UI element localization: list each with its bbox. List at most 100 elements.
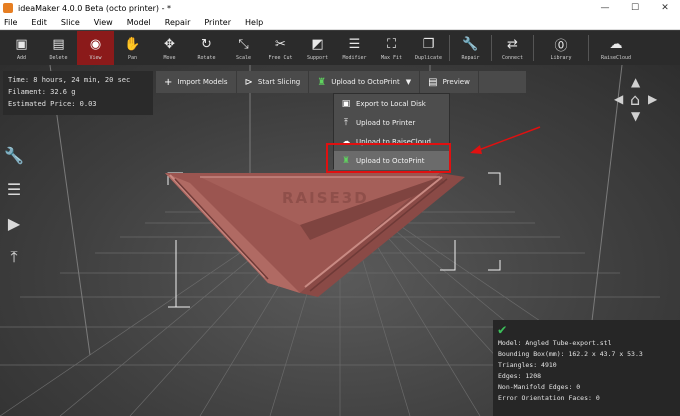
connect-icon: ⇄ [507,36,518,52]
annotation-arrow [470,126,541,154]
pan-button[interactable]: ✋ Pan [114,31,151,65]
angled-tube-model: RAISE3D [165,173,465,297]
chevron-down-icon[interactable]: ▼ [406,78,411,86]
title-bar: ideaMaker 4.0.0 Beta (octo printer) - * … [0,0,680,16]
view-navigation-control[interactable]: ▲ ◀ ⌂ ▶ ▼ [612,75,662,125]
menu-printer[interactable]: Printer [197,18,238,27]
home-icon[interactable]: ⌂ [630,90,640,109]
support-icon: ◩ [311,36,324,52]
preview-icon: ▤ [428,76,438,88]
play-icon: ⊳ [244,76,253,88]
start-slicing-label: Start Slicing [257,78,301,86]
menu-help[interactable]: Help [238,18,270,27]
model-embossed-text: RAISE3D [282,189,369,207]
disk-icon: ▣ [341,98,351,109]
cut-icon: ✂ [275,36,286,52]
upload-icon: ⤒ [344,117,348,128]
window-controls: — ☐ ✕ [590,0,680,16]
menu-repair[interactable]: Repair [158,18,198,27]
move-button[interactable]: ✥ Move [151,31,188,65]
rotate-label: Rotate [197,55,216,61]
menu-slice[interactable]: Slice [54,18,87,27]
modifier-button[interactable]: ☰ Modifier [336,31,373,65]
rotate-icon: ↻ [201,36,212,52]
print-info-panel: Time: 8 hours, 24 min, 20 sec Filament: … [3,71,153,115]
import-models-button[interactable]: + Import Models [156,71,237,93]
max-fit-label: Max Fit [380,55,403,61]
view-label: View [89,55,102,61]
raisecloud-label: RaiseCloud [600,55,632,61]
hand-icon: ✋ [124,36,141,52]
duplicate-button[interactable]: ❐ Duplicate [410,31,447,65]
wrench-icon: 🔧 [462,36,479,52]
repair-button[interactable]: 🔧 Repair [452,31,489,65]
filament-weight: Filament: 32.6 g [8,88,76,96]
estimated-price: Estimated Price: 0.03 [8,100,97,108]
pan-label: Pan [127,55,138,61]
wrench-icon[interactable]: 🔧 [4,145,24,165]
support-button[interactable]: ◩ Support [299,31,336,65]
delete-label: Delete [49,55,68,61]
check-icon: ✔ [498,322,507,338]
menu-edit[interactable]: Edit [24,18,54,27]
raisecloud-button[interactable]: ☁ RaiseCloud [591,31,641,65]
add-label: Add [16,55,27,61]
upload-label: Upload to OctoPrint [331,78,400,86]
add-icon: ▣ [15,36,28,52]
export-icon[interactable]: ⤒ [4,247,24,267]
maximize-button[interactable]: ☐ [620,0,650,16]
menu-bar: File Edit Slice View Model Repair Printe… [0,16,680,30]
library-button[interactable]: ⓪ Library [536,31,586,65]
max-fit-button[interactable]: ⛶ Max Fit [373,31,410,65]
upload-to-printer-item[interactable]: ⤒ Upload to Printer [334,113,449,132]
main-toolbar: ▣ Add ▤ Delete ◉ View ✋ Pan ✥ Move ↻ Rotate ⤡ S… [0,31,680,65]
upload-to-octoprint-button[interactable]: ♜ Upload to OctoPrint ▼ [309,71,421,93]
import-models-label: Import Models [177,78,228,86]
model-filename: Model: Angled Tube-export.stl [498,339,612,347]
modifier-icon: ☰ [348,36,361,52]
preview-button[interactable]: ▤ Preview [420,71,479,93]
window-title: ideaMaker 4.0.0 Beta (octo printer) - * [18,3,172,13]
free-cut-button[interactable]: ✂ Free Cut [262,31,299,65]
repair-label: Repair [461,55,480,61]
toolbar-divider [491,35,492,61]
modifier-label: Modifier [342,55,367,61]
move-label: Move [163,55,176,61]
scale-label: Scale [235,55,252,61]
non-manifold-edges: Non-Manifold Edges: 0 [498,383,581,391]
export-to-local-disk-label: Export to Local Disk [356,99,426,108]
3d-viewport[interactable]: RAISE3D Time: 8 hours, 24 min, 20 sec Fi… [0,65,680,416]
menu-view[interactable]: View [87,18,120,27]
toolbar-divider [533,35,534,61]
play-icon[interactable]: ▶ [4,213,24,233]
left-side-toolbar: 🔧 ☰ ▶ ⤒ [4,145,26,281]
bounding-box: Bounding Box(mm): 162.2 x 43.7 x 53.3 [498,350,643,358]
max-fit-icon: ⛶ [386,36,397,52]
close-button[interactable]: ✕ [650,0,680,16]
support-label: Support [306,55,329,61]
view-button[interactable]: ◉ View [77,31,114,65]
export-to-local-disk-item[interactable]: ▣ Export to Local Disk [334,94,449,113]
add-button[interactable]: ▣ Add [3,31,40,65]
menu-model[interactable]: Model [120,18,158,27]
model-info-panel: ✔ Model: Angled Tube-export.stl Bounding… [493,320,680,416]
scale-button[interactable]: ⤡ Scale [225,31,262,65]
chevron-left-icon[interactable]: ◀ [614,92,623,106]
eye-icon: ◉ [89,36,102,52]
library-label: Library [550,55,572,61]
menu-file[interactable]: File [0,18,24,27]
chevron-down-icon[interactable]: ▼ [631,109,640,123]
list-icon[interactable]: ☰ [4,179,24,199]
connect-button[interactable]: ⇄ Connect [494,31,531,65]
chevron-up-icon[interactable]: ▲ [631,75,640,89]
delete-button[interactable]: ▤ Delete [40,31,77,65]
app-icon [3,3,13,13]
print-time: Time: 8 hours, 24 min, 20 sec [8,76,131,84]
start-slicing-button[interactable]: ⊳ Start Slicing [237,71,310,93]
library-icon: ⓪ [554,38,568,54]
minimize-button[interactable]: — [590,0,620,16]
chevron-right-icon[interactable]: ▶ [648,92,657,106]
action-bar: + Import Models ⊳ Start Slicing ♜ Upload to… [156,71,526,93]
rotate-button[interactable]: ↻ Rotate [188,31,225,65]
plus-icon: + [164,76,173,88]
